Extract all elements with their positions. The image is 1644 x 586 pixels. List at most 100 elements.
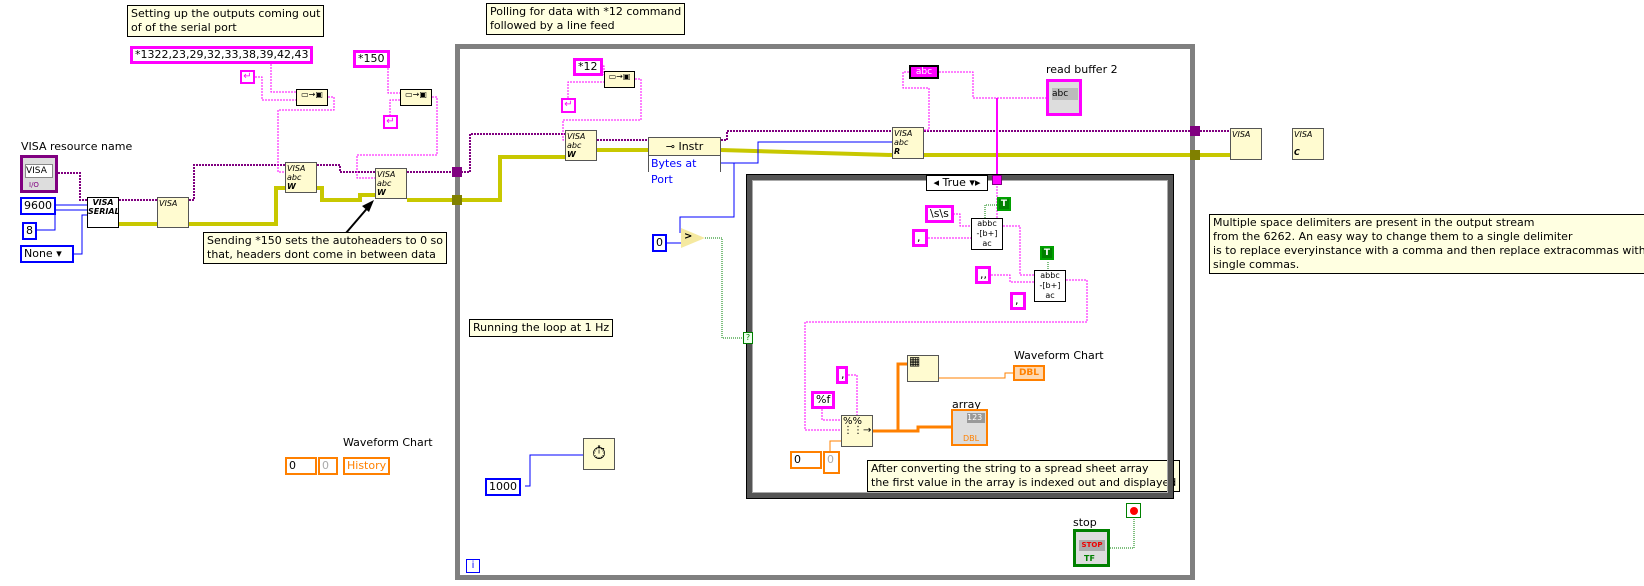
read-buffer-value: abc	[1052, 88, 1078, 100]
stop-button-terminal[interactable]: STOP TF	[1073, 529, 1110, 567]
visa-resource-type: I/O	[29, 181, 39, 189]
abc-text: abc	[894, 138, 909, 147]
arrow-head-icon	[362, 200, 374, 212]
visa-read-node[interactable]: VISA abc R	[892, 127, 924, 159]
abc-text: abc	[377, 179, 392, 188]
metronome-wait-icon[interactable]: ⏱	[583, 438, 615, 470]
line-feed-icon[interactable]: ↵	[561, 98, 576, 113]
iteration-terminal: i	[466, 559, 480, 573]
history-value: 0	[318, 457, 338, 475]
case-selector-value: True	[942, 176, 966, 189]
visa-resource-control[interactable]: VISA I/O	[20, 155, 58, 193]
array-type: DBL	[963, 434, 980, 443]
index-control[interactable]: 0	[790, 451, 822, 469]
string-wire	[356, 96, 438, 179]
string-wire	[277, 96, 335, 173]
case-selector[interactable]: ◂ True ▾▸	[926, 175, 988, 191]
write-mode: W	[567, 150, 576, 159]
format-constant[interactable]: %f	[811, 391, 836, 409]
outputs-command-constant[interactable]: *1322,23,29,32,33,38,39,42,43	[130, 46, 314, 64]
visa-wire	[317, 164, 375, 173]
case-structure[interactable]	[746, 174, 1174, 499]
visa-resource-value: VISA	[25, 164, 53, 178]
read-buffer-label: read buffer 2	[1046, 63, 1118, 76]
property-class: ⊸ Instr	[649, 138, 720, 156]
case-selector-terminal: ?	[743, 332, 753, 344]
comma-constant[interactable]: ,	[1010, 292, 1026, 310]
history-index-control[interactable]: 0	[285, 457, 317, 475]
visa-tunnel	[1190, 126, 1200, 136]
visa-flush-node[interactable]: VISA	[157, 197, 189, 228]
write-mode: W	[377, 188, 386, 197]
visa-wire	[189, 164, 285, 201]
property-bytes-at-port[interactable]: Bytes at Port	[649, 156, 720, 188]
comma-constant[interactable]: ,	[912, 229, 928, 247]
baud-rate-constant[interactable]: 9600	[20, 197, 56, 215]
error-wire	[189, 186, 285, 226]
comma-delimiter-constant[interactable]: ,	[836, 366, 848, 384]
concatenate-strings-icon[interactable]: ▭→▣	[296, 89, 328, 106]
visa-close-node[interactable]: VISA C	[1292, 128, 1324, 160]
double-comma-constant[interactable]: ,,	[975, 266, 991, 284]
waveform-chart-label: Waveform Chart	[1014, 349, 1104, 362]
double-space-constant[interactable]: \s\s	[925, 205, 954, 223]
comment-polling: Polling for data with *12 command follow…	[486, 3, 686, 35]
visa-resource-label: VISA resource name	[21, 140, 133, 153]
stop-label: stop	[1073, 516, 1097, 529]
visa-text: VISA	[287, 164, 306, 173]
concatenate-strings-icon[interactable]: ▭→▣	[400, 89, 432, 106]
index-value: 0	[823, 451, 840, 474]
array-indicator[interactable]: 123 DBL	[951, 409, 988, 446]
waveform-chart-terminal[interactable]: DBL	[1013, 365, 1045, 381]
visa-write-node[interactable]: VISA abc W	[375, 168, 407, 199]
wait-ms-constant[interactable]: 1000	[485, 478, 521, 496]
loop-condition-terminal[interactable]	[1126, 503, 1141, 518]
true-constant[interactable]: T	[997, 197, 1011, 211]
comment-setup: Setting up the outputs coming out of of …	[127, 5, 325, 37]
concatenate-strings-icon[interactable]: ▭→▣	[604, 71, 635, 88]
close-mode: C	[1294, 148, 1300, 157]
history-chart-label: Waveform Chart	[343, 436, 433, 449]
line-feed-icon[interactable]: ↵	[383, 115, 398, 129]
parity-value: None	[24, 247, 53, 260]
array-value: 123	[967, 413, 985, 423]
visa-node[interactable]: VISA	[1230, 128, 1262, 160]
string-wire	[270, 64, 296, 93]
visa-wire	[58, 172, 87, 201]
visa-configure-serial-node[interactable]: VISA SERIAL	[87, 197, 119, 228]
dropdown-arrow-icon: ▾	[56, 247, 62, 260]
autoheader-command-constant[interactable]: *150	[353, 50, 390, 68]
visa-text: VISA	[1294, 130, 1313, 139]
property-node[interactable]: ⊸ Instr Bytes at Port	[648, 137, 721, 188]
poll-command-constant[interactable]: *12	[573, 58, 603, 76]
error-shift-register	[452, 195, 462, 205]
empty-string-constant[interactable]: abc	[909, 65, 939, 79]
stop-type: TF	[1084, 554, 1095, 563]
stop-button-text: STOP	[1079, 540, 1105, 551]
index-array-node[interactable]: ▦	[907, 355, 939, 382]
data-bits-constant[interactable]: 8	[22, 222, 37, 240]
visa-write-node[interactable]: VISA abc W	[565, 130, 597, 161]
visa-text: VISA	[377, 170, 396, 179]
search-replace-string-node[interactable]: abbc -[b+] ac	[971, 218, 1003, 250]
error-tunnel	[1190, 150, 1200, 160]
read-mode: R	[894, 147, 901, 156]
line-feed-icon[interactable]: ↵	[240, 70, 255, 84]
write-mode: W	[287, 182, 296, 191]
spreadsheet-string-to-array-node[interactable]: %%⋮⋮→▦	[841, 415, 873, 447]
true-constant[interactable]: T	[1040, 246, 1054, 260]
abc-text: abc	[567, 141, 582, 150]
greater-than-symbol: >	[684, 231, 693, 242]
zero-constant[interactable]: 0	[652, 234, 667, 252]
parity-constant[interactable]: None ▾	[20, 245, 74, 263]
int-wire	[74, 214, 87, 255]
visa-write-node[interactable]: VISA abc W	[285, 162, 317, 193]
property-class-name: Instr	[678, 140, 704, 153]
history-property-node[interactable]: History	[343, 457, 391, 475]
block-diagram: Setting up the outputs coming out of of …	[0, 0, 1644, 586]
search-replace-string-node[interactable]: abbc -[b+] ac	[1034, 270, 1066, 302]
visa-text: VISA	[567, 132, 586, 141]
comment-autoheaders: Sending *150 sets the autoheaders to 0 s…	[203, 232, 448, 264]
abc-text: abc	[287, 173, 302, 182]
read-buffer-indicator[interactable]: abc	[1046, 79, 1082, 116]
